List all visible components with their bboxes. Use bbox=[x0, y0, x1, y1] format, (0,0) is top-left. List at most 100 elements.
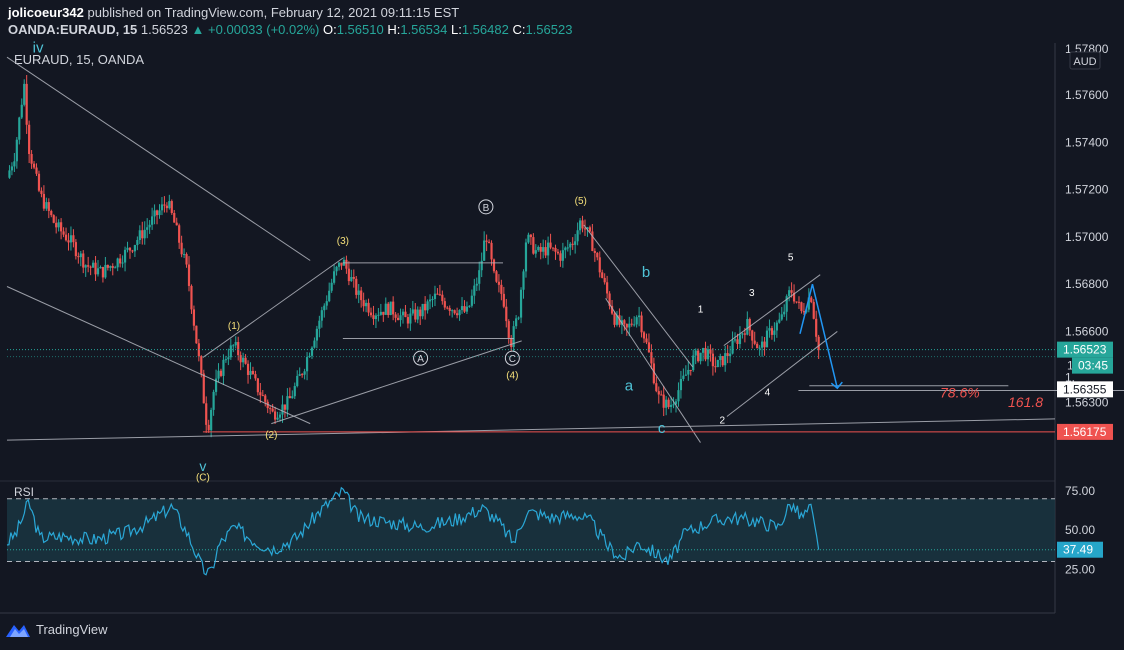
candle-body bbox=[490, 242, 493, 260]
candle bbox=[492, 258, 496, 274]
candle-body bbox=[753, 340, 756, 344]
candle-body bbox=[638, 315, 641, 318]
candle-body bbox=[453, 310, 456, 314]
candle-body bbox=[763, 341, 766, 348]
candle-body bbox=[669, 404, 673, 407]
candle-body bbox=[217, 370, 220, 379]
candle-body bbox=[362, 300, 365, 307]
candle-body bbox=[603, 277, 606, 283]
low-label: L: bbox=[450, 22, 462, 37]
candle-body bbox=[797, 301, 801, 303]
candle-body bbox=[271, 408, 274, 412]
candle-body bbox=[588, 227, 592, 232]
candle-body bbox=[77, 256, 80, 258]
candle-body bbox=[758, 347, 761, 349]
candle-body bbox=[355, 278, 358, 295]
candle-body bbox=[633, 324, 636, 326]
candle-body bbox=[128, 247, 132, 251]
candle-body bbox=[10, 166, 14, 171]
candle-body bbox=[87, 265, 90, 267]
candle-body bbox=[74, 242, 77, 257]
candle-body bbox=[165, 205, 168, 209]
candle-body bbox=[433, 293, 437, 299]
low-value: 1.56482 bbox=[461, 22, 509, 37]
candle-body bbox=[237, 342, 240, 356]
candle-body bbox=[458, 310, 461, 316]
candle-body bbox=[790, 290, 793, 293]
candle-body bbox=[256, 378, 259, 393]
candle-body bbox=[743, 333, 746, 335]
candle-body bbox=[207, 424, 210, 431]
price-tick-label: 1.56600 bbox=[1065, 324, 1109, 338]
candle bbox=[721, 355, 724, 367]
candle-body bbox=[119, 258, 122, 264]
candle-body bbox=[143, 229, 146, 239]
candle-body bbox=[84, 265, 87, 268]
candle-body bbox=[635, 317, 638, 325]
candle-body bbox=[475, 283, 478, 286]
candle-body bbox=[426, 301, 429, 311]
candle-body bbox=[451, 310, 454, 312]
candle-body bbox=[187, 264, 191, 286]
candle-body bbox=[242, 357, 245, 363]
candle-body bbox=[185, 254, 188, 265]
price-pane[interactable] bbox=[7, 43, 1055, 478]
wave-label: (C) bbox=[196, 472, 210, 483]
open-value: 1.56510 bbox=[336, 22, 384, 37]
candle-body bbox=[517, 317, 520, 319]
candle-body bbox=[219, 370, 223, 376]
candle bbox=[812, 299, 815, 320]
candle-body bbox=[780, 314, 783, 320]
candle-body bbox=[679, 378, 683, 391]
candle-body bbox=[473, 285, 476, 296]
wave-label: c bbox=[658, 420, 666, 437]
candle-body bbox=[556, 251, 560, 254]
price-tick-label: 1.56300 bbox=[1065, 395, 1109, 409]
candle-body bbox=[37, 173, 41, 191]
candle-body bbox=[18, 117, 21, 140]
candle-body bbox=[692, 355, 695, 371]
wave-label: (2) bbox=[265, 430, 277, 441]
candle-body bbox=[345, 259, 348, 269]
candle-body bbox=[57, 222, 60, 228]
candle-body bbox=[576, 230, 579, 242]
tradingview-logo[interactable]: TradingView bbox=[6, 622, 108, 637]
candle-body bbox=[246, 363, 250, 375]
candle-body bbox=[519, 289, 523, 318]
countdown-label: 03:45 bbox=[1078, 359, 1108, 373]
candle-body bbox=[731, 340, 734, 354]
candle-body bbox=[428, 299, 432, 302]
candle-body bbox=[249, 370, 252, 375]
candle-body bbox=[561, 250, 564, 261]
tradingview-brand: TradingView bbox=[36, 622, 108, 637]
candle-body bbox=[310, 347, 314, 356]
candle-body bbox=[456, 313, 459, 316]
candle-body bbox=[574, 241, 577, 245]
candle-body bbox=[665, 399, 668, 408]
candle-body bbox=[537, 246, 540, 251]
candle-body bbox=[478, 270, 481, 284]
publish-info: jolicoeur342 published on TradingView.co… bbox=[8, 5, 459, 20]
candle-body bbox=[313, 340, 316, 348]
author-name[interactable]: jolicoeur342 bbox=[8, 5, 84, 20]
candle-body bbox=[684, 374, 687, 376]
candle-body bbox=[711, 353, 714, 367]
candle-body bbox=[116, 258, 119, 268]
wave-label: 1 bbox=[698, 305, 704, 316]
wave-label: a bbox=[625, 378, 634, 395]
candle-body bbox=[89, 266, 92, 268]
candle-body bbox=[367, 302, 370, 313]
candle-body bbox=[387, 303, 390, 316]
fib-786-label: 78.6% bbox=[940, 385, 980, 401]
candle-body bbox=[136, 240, 139, 246]
candle-body bbox=[330, 282, 333, 291]
chart-area[interactable]: 1.57600 1.57400 1.57200 1.57000 1.56800 1.566… bbox=[0, 40, 1124, 618]
candle-body bbox=[394, 314, 397, 318]
candle-body bbox=[158, 210, 161, 216]
candle-body bbox=[578, 220, 582, 231]
candle-body bbox=[293, 386, 296, 397]
candle-body bbox=[623, 320, 626, 324]
candle-body bbox=[559, 253, 562, 261]
close-value: 1.56523 bbox=[525, 22, 573, 37]
candle-body bbox=[288, 396, 291, 399]
